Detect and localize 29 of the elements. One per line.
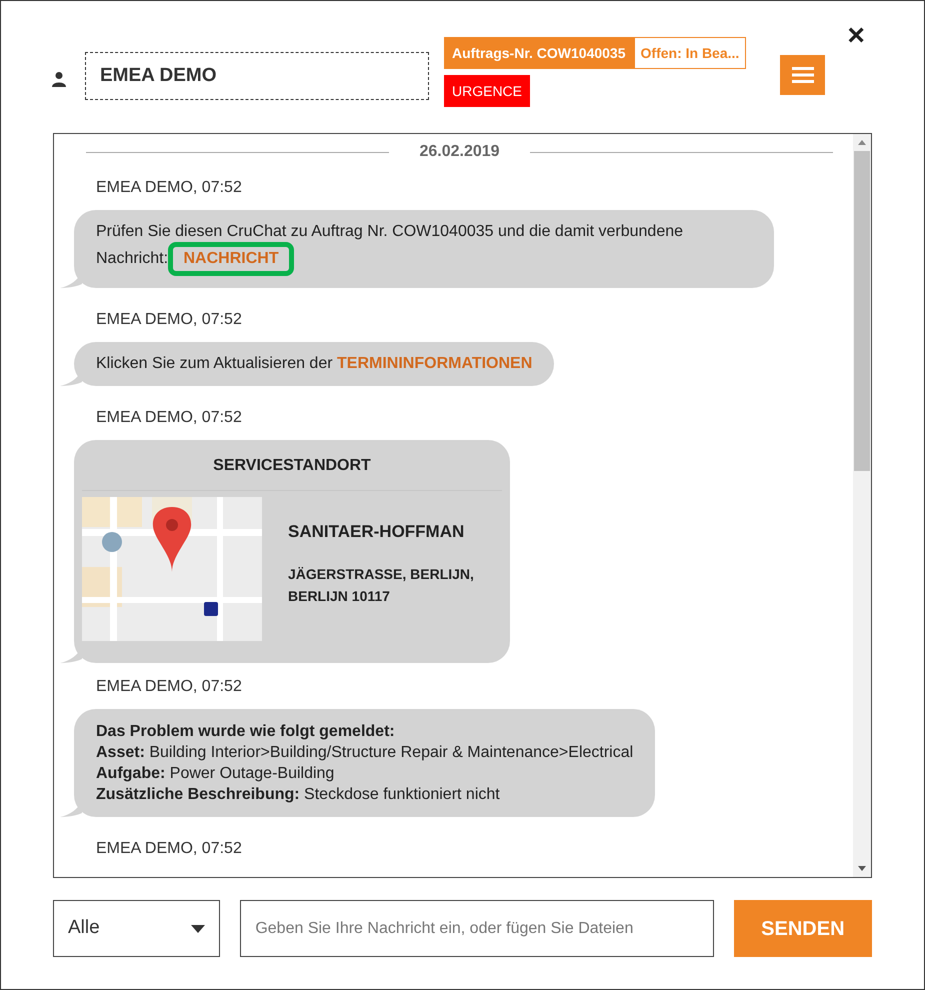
problem-heading: Das Problem wurde wie folgt gemeldet: xyxy=(96,722,396,742)
problem-field: Aufgabe: Power Outage-Building xyxy=(96,763,634,784)
problem-field: Zusätzliche Beschreibung: Steckdose funktioniert nicht xyxy=(96,784,634,805)
date-divider: 26.02.2019 xyxy=(419,142,500,162)
scrollbar-thumb[interactable] xyxy=(854,151,870,471)
filter-dropdown[interactable]: Alle xyxy=(53,900,220,957)
menu-icon xyxy=(792,67,814,83)
close-button[interactable]: × xyxy=(847,21,865,51)
priority-badge: URGENCE xyxy=(444,75,530,107)
location-address: JÄGERSTRASSE, BERLIJN, BERLIJN 10117 xyxy=(288,564,475,606)
message-author: EMEA DEMO, 07:52 xyxy=(95,677,243,697)
scroll-down-icon xyxy=(858,866,866,871)
message-author: EMEA DEMO, 07:52 xyxy=(95,839,243,859)
location-name: SANITAER-HOFFMAN xyxy=(288,521,466,543)
message-author: EMEA DEMO, 07:52 xyxy=(95,178,243,198)
message-author: EMEA DEMO, 07:52 xyxy=(95,408,243,428)
problem-field: Asset: Building Interior>Building/Structure Repair & Maintenance>Electrical xyxy=(96,742,634,763)
message-text: Klicken Sie zum Aktualisieren der TERMININFORMATIONEN xyxy=(96,355,532,372)
menu-button[interactable] xyxy=(780,55,826,95)
scrollbar[interactable] xyxy=(853,134,871,877)
scroll-up-icon xyxy=(858,140,866,145)
order-number-badge: Auftrags-Nr. COW1040035 xyxy=(444,37,634,69)
message-input[interactable]: Geben Sie Ihre Nachricht ein, oder fügen Sie Dateien xyxy=(240,900,714,957)
card-title: SERVICESTANDORT xyxy=(82,454,502,491)
status-badge: Offen: In Bea... xyxy=(634,37,746,69)
user-name-field[interactable]: EMEA DEMO xyxy=(85,52,429,100)
message-author: EMEA DEMO, 07:52 xyxy=(95,310,243,330)
caret-icon xyxy=(191,924,206,932)
user-icon xyxy=(51,71,67,87)
